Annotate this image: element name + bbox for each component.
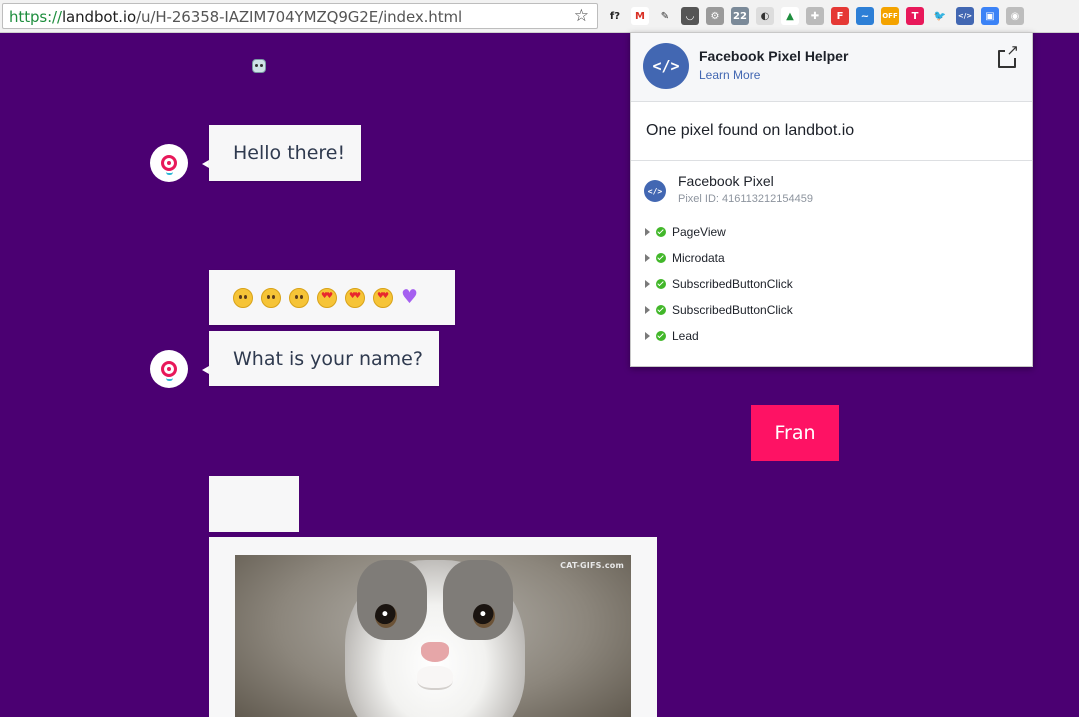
bot-message-emojis: ♥ [209,270,455,325]
pixel-id: Pixel ID: 416113212154459 [678,193,813,205]
pixel-event-row[interactable]: PageView [645,225,726,239]
camera-icon[interactable]: ◉ [1006,7,1024,25]
url-scheme: https:// [9,8,62,26]
expand-caret-icon[interactable] [645,228,650,236]
gmail-icon[interactable]: M [631,7,649,25]
heart-eyes-face-icon [317,287,337,308]
check-circle-icon [656,227,666,237]
heart-eyes-face-icon [345,287,365,308]
purple-heart-icon: ♥ [401,286,419,308]
framer-icon[interactable]: F [831,7,849,25]
url-text: https://landbot.io/u/H-26358-IAZIM704YMZ… [9,8,462,26]
check-circle-icon [656,305,666,315]
pixel-summary: One pixel found on landbot.io [646,122,855,139]
check-circle-icon [656,331,666,341]
expand-caret-icon[interactable] [645,306,650,314]
window-ext-icon[interactable]: ▣ [981,7,999,25]
pixel-event-row[interactable]: Microdata [645,251,725,265]
pixel-logo-icon: </> [644,180,666,202]
user-answer-bubble[interactable]: Fran [751,405,839,461]
bookmark-star-icon[interactable]: ☆ [574,6,589,26]
address-bar[interactable]: https://landbot.io/u/H-26358-IAZIM704YMZ… [2,3,598,29]
pixel-event-label: Microdata [672,251,725,265]
bot-message-image: CAT-GIFS.com [209,537,657,717]
cat-gif-image: CAT-GIFS.com [235,555,631,717]
image-watermark: CAT-GIFS.com [560,561,624,570]
drive-icon[interactable]: ▲ [781,7,799,25]
off-badge-icon[interactable]: OFF [881,7,899,25]
t-circle-icon[interactable]: T [906,7,924,25]
open-external-icon[interactable] [998,43,1020,68]
pixel-event-label: PageView [672,225,726,239]
expand-caret-icon[interactable] [645,332,650,340]
popup-header: </> Facebook Pixel Helper Learn More [631,33,1032,102]
browser-toolbar: https://landbot.io/u/H-26358-IAZIM704YMZ… [0,0,1079,33]
url-path: /u/H-26358-IAZIM704YMZQ9G2E/index.html [136,8,463,26]
pixel-event-row[interactable]: SubscribedButtonClick [645,303,793,317]
learn-more-link[interactable]: Learn More [699,68,760,82]
slight-smile-face-icon [261,287,281,308]
extensions-bar: f? M ✎ ◡ ⚙ 22 ◐ ▲ ✚ F ~ OFF T 🐦 </> ▣ ◉ [606,6,1024,26]
robot-icon [252,59,266,73]
divider [631,160,1032,161]
bot-message-loading [209,476,299,532]
url-host: landbot.io [61,8,137,26]
popup-title: Facebook Pixel Helper [699,48,849,64]
bot-logo-icon [161,361,177,377]
pixel-name: Facebook Pixel [678,173,774,189]
chrome-icon[interactable]: ◐ [756,7,774,25]
check-circle-icon [656,279,666,289]
bot-avatar [150,350,188,388]
pixel-event-label: Lead [672,329,699,343]
chart-ext-icon[interactable]: ~ [856,7,874,25]
heart-eyes-face-icon [373,287,393,308]
greeting-text: Hello there! [233,142,346,164]
eyedropper-icon[interactable]: ✎ [656,7,674,25]
puzzle-icon[interactable]: ✚ [806,7,824,25]
check-circle-icon [656,253,666,263]
bot-logo-icon [161,155,177,171]
relaxed-face-icon [289,287,309,308]
twitter-icon[interactable]: 🐦 [931,7,949,25]
pixel-helper-icon[interactable]: </> [956,7,974,25]
calendar-icon[interactable]: 22 [731,7,749,25]
pixel-helper-logo-icon: </> [643,43,689,89]
pixel-event-label: SubscribedButtonClick [672,277,793,291]
bot-message-greeting: Hello there! [209,125,361,181]
bot-avatar [150,144,188,182]
pixel-helper-popup: </> Facebook Pixel Helper Learn More One… [630,32,1033,367]
bot-message-question: What is your name? [209,331,439,386]
pixel-event-label: SubscribedButtonClick [672,303,793,317]
pixel-event-row[interactable]: Lead [645,329,699,343]
expand-caret-icon[interactable] [645,254,650,262]
expand-caret-icon[interactable] [645,280,650,288]
emoji-row: ♥ [233,286,419,308]
question-text: What is your name? [233,347,423,370]
gear-ext-icon[interactable]: ⚙ [706,7,724,25]
pixel-event-row[interactable]: SubscribedButtonClick [645,277,793,291]
formula-ext-icon[interactable]: f? [606,7,624,25]
no-mouth-face-icon [233,287,253,308]
pocket-icon[interactable]: ◡ [681,7,699,25]
